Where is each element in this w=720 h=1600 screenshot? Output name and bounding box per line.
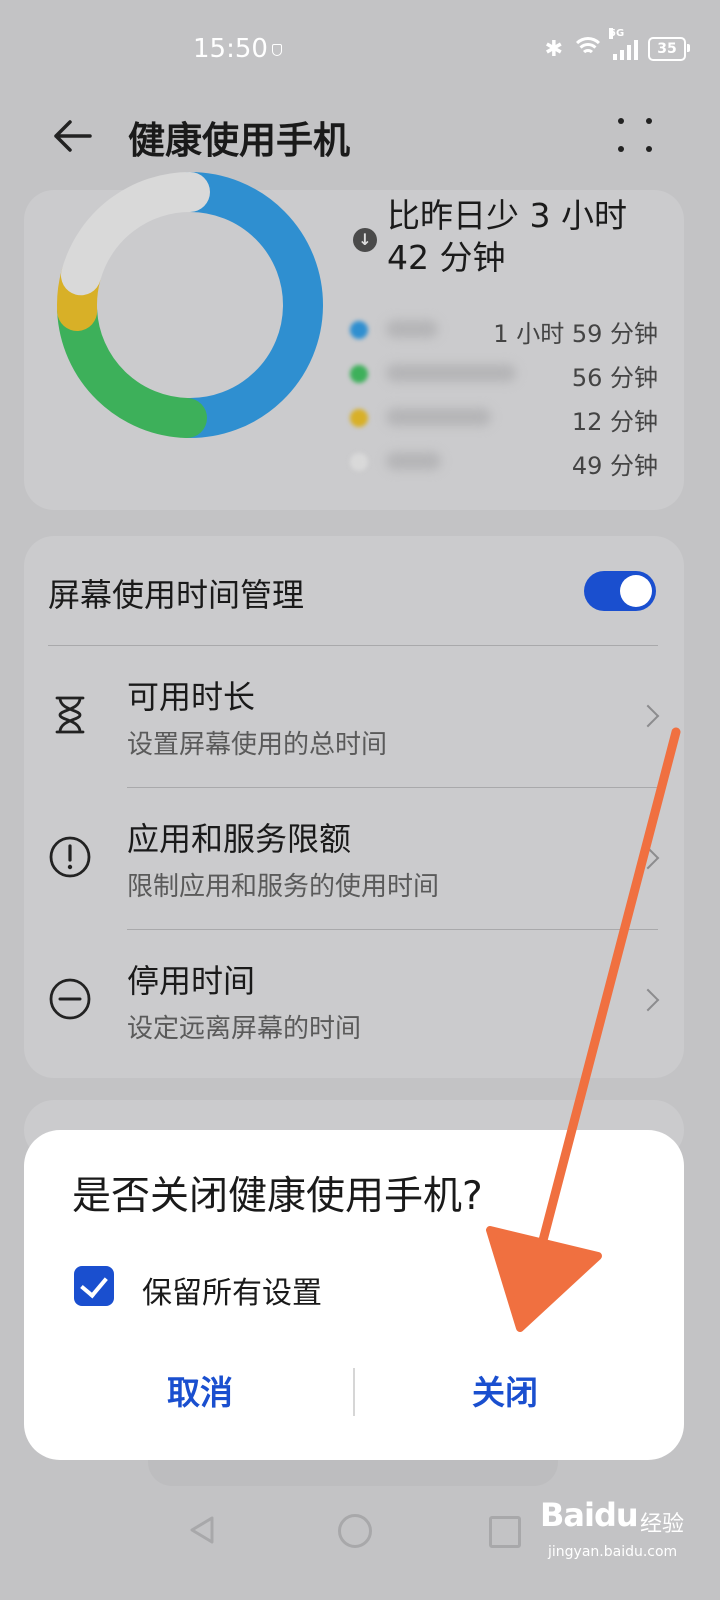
nav-home-icon[interactable] xyxy=(338,1514,372,1548)
battery-level: 35 xyxy=(657,41,677,57)
checkmark-icon xyxy=(80,1269,108,1299)
donut-slice xyxy=(166,172,323,438)
donut-slice xyxy=(60,172,210,296)
legend-dot xyxy=(350,365,368,383)
screen-time-toggle-label: 屏幕使用时间管理 xyxy=(48,576,305,614)
close-button[interactable]: 关闭 xyxy=(405,1362,605,1418)
signal-icon: 5G xyxy=(609,28,638,60)
legend-item: 49 分钟 xyxy=(350,446,658,480)
more-options-icon[interactable] xyxy=(618,118,654,154)
donut-slice xyxy=(57,291,207,438)
toggle-knob xyxy=(620,575,652,607)
minus-circle-icon xyxy=(49,978,91,1020)
battery-icon: 35 xyxy=(648,37,690,61)
legend-value: 49 分钟 xyxy=(571,452,658,480)
hourglass-icon xyxy=(49,694,91,736)
keep-settings-label[interactable]: 保留所有设置 xyxy=(142,1268,322,1312)
status-icons: ✱ 5G 35 xyxy=(544,28,690,64)
bluetooth-icon: ✱ xyxy=(544,36,563,62)
screen-time-toggle[interactable] xyxy=(584,571,656,611)
usage-delta-text: 比昨日少 3 小时 42 分钟 xyxy=(387,196,627,277)
legend-value: 12 分钟 xyxy=(571,408,658,436)
exclamation-circle-icon xyxy=(49,836,91,878)
nav-back-icon[interactable] xyxy=(188,1515,218,1545)
divider xyxy=(48,645,658,646)
watermark-url: jingyan.baidu.com xyxy=(548,1544,678,1560)
legend-dot xyxy=(350,409,368,427)
app-limits-subtitle: 限制应用和服务的使用时间 xyxy=(127,872,440,902)
available-time-title[interactable]: 可用时长 xyxy=(127,672,255,718)
legend-value: 1 小时 59 分钟 xyxy=(493,320,658,348)
baidu-logo: Baidu xyxy=(540,1496,639,1534)
legend-value: 56 分钟 xyxy=(571,364,658,392)
nav-recent-icon[interactable] xyxy=(489,1516,521,1548)
blurred-app-name xyxy=(386,408,491,426)
divider xyxy=(127,787,658,788)
legend-item: 12 分钟 xyxy=(350,402,658,436)
downtime-title[interactable]: 停用时间 xyxy=(127,956,255,1002)
legend-dot xyxy=(350,321,368,339)
legend-dot xyxy=(350,453,368,471)
downtime-subtitle: 设定远离屏幕的时间 xyxy=(127,1014,362,1044)
legend-item: 1 小时 59 分钟 xyxy=(350,314,658,348)
blurred-app-name xyxy=(386,364,516,382)
down-arrow-icon: ↓ xyxy=(353,228,377,252)
page-title: 健康使用手机 xyxy=(128,119,350,162)
available-time-subtitle: 设置屏幕使用的总时间 xyxy=(127,730,388,760)
blurred-app-name xyxy=(386,452,441,470)
back-arrow-icon[interactable] xyxy=(50,114,94,158)
app-limits-title[interactable]: 应用和服务限额 xyxy=(127,814,351,860)
status-time: 15:50 xyxy=(193,34,268,64)
divider xyxy=(127,929,658,930)
cancel-button[interactable]: 取消 xyxy=(100,1362,300,1418)
dialog-title: 是否关闭健康使用手机? xyxy=(72,1174,483,1219)
keep-settings-checkbox[interactable] xyxy=(74,1266,114,1306)
shield-icon xyxy=(272,44,282,56)
legend-item: 56 分钟 xyxy=(350,358,658,392)
network-type: 5G xyxy=(609,28,625,39)
screen-time-card xyxy=(24,536,684,1078)
blurred-app-name xyxy=(386,320,438,338)
watermark-text: 经验 xyxy=(640,1512,685,1537)
wifi-icon xyxy=(571,37,605,61)
usage-donut-chart xyxy=(57,172,323,438)
button-separator xyxy=(353,1368,355,1416)
